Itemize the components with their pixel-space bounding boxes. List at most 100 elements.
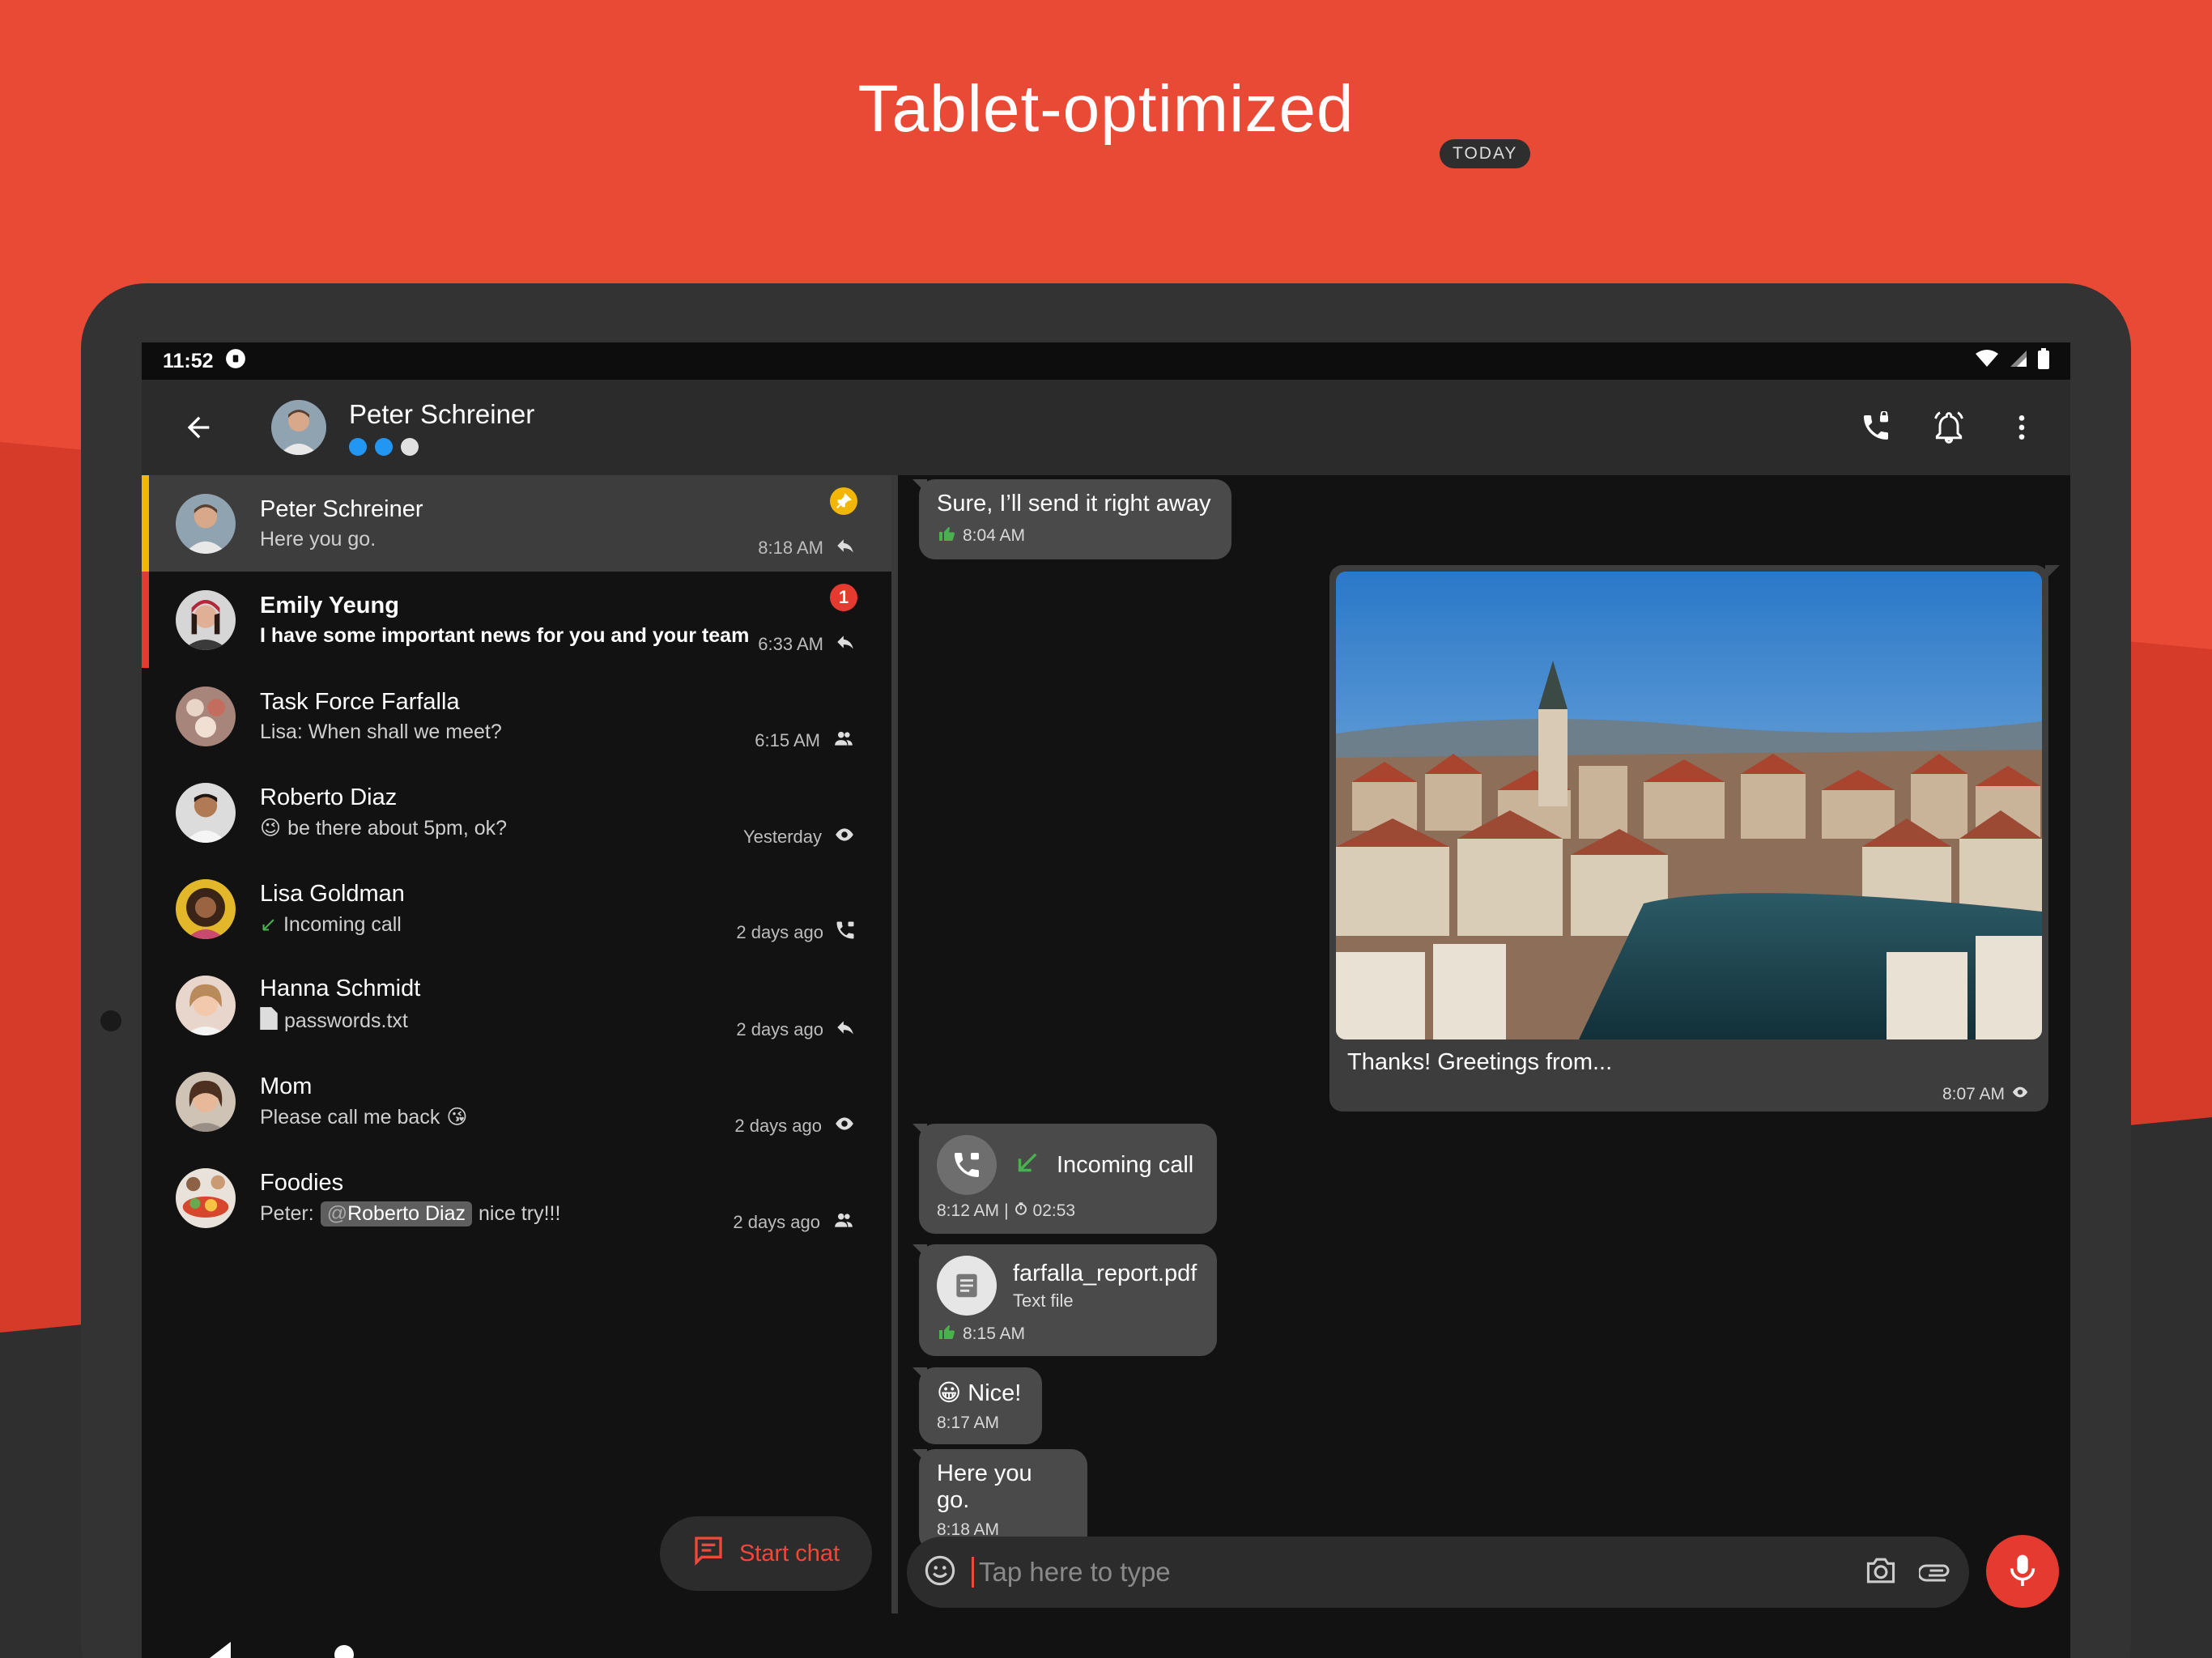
message-time: 8:15 AM [963, 1324, 1026, 1343]
avatar [176, 1071, 236, 1132]
conversation-time: 6:33 AM [758, 634, 823, 654]
thumbs-up-icon [937, 1322, 958, 1346]
conversation-time: 2 days ago [734, 1116, 822, 1136]
voice-call-icon[interactable] [1852, 403, 1900, 452]
avatar [176, 686, 236, 746]
verification-level [349, 438, 534, 456]
file-message[interactable]: farfalla_report.pdf Text file 8:15 AM [912, 1244, 1217, 1356]
nav-back-icon[interactable] [206, 1642, 255, 1658]
reply-icon [833, 1017, 857, 1043]
conversation-item[interactable]: Hanna Schmidt passwords.txt 2 days ago [142, 957, 895, 1053]
conversation-item[interactable]: Mom Please call me back 😘 2 days ago [142, 1053, 895, 1150]
emoji-wink: 😉 [260, 817, 282, 840]
attachment-icon[interactable] [1917, 1558, 1953, 1587]
document-icon [937, 1256, 997, 1316]
mention-name: Roberto Diaz [347, 1201, 466, 1225]
city-photo[interactable] [1336, 572, 2042, 1039]
avatar [176, 782, 236, 843]
conversation-snippet: Here you go. [260, 527, 376, 551]
pane-divider[interactable] [891, 475, 898, 1613]
chat-bubble-icon [692, 1534, 725, 1573]
reply-icon [833, 535, 857, 561]
conversation-time: 2 days ago [736, 1019, 823, 1039]
message-input[interactable] [972, 1557, 1864, 1588]
conversation-item[interactable]: Peter Schreiner Here you go. 8:18 AM [142, 475, 895, 572]
conversation-snippet: passwords.txt [284, 1009, 408, 1032]
conversation-sender: Peter: [260, 1201, 314, 1225]
avatar [176, 493, 236, 554]
call-duration: 02:53 [1032, 1201, 1076, 1220]
group-icon [830, 728, 857, 754]
call-label: Incoming call [1057, 1151, 1194, 1178]
conversation-item[interactable]: Lisa Goldman ↙ Incoming call 2 days ago [142, 861, 895, 957]
eye-icon [2010, 1083, 2031, 1106]
status-bar: 11:52 [142, 342, 2070, 380]
message-text: Here you go. [937, 1460, 1032, 1513]
eye-icon [832, 1113, 857, 1139]
meta-separator: | [1004, 1201, 1009, 1220]
eye-icon [832, 824, 857, 850]
conversation-item[interactable]: Emily Yeung I have some important news f… [142, 572, 895, 668]
message-time: 8:04 AM [963, 526, 1026, 545]
record-voice-button[interactable] [1986, 1535, 2059, 1608]
more-vert-icon[interactable] [1997, 403, 2046, 452]
thumbs-up-icon [937, 524, 958, 548]
back-arrow-icon[interactable] [166, 395, 231, 460]
group-icon [830, 1209, 857, 1235]
pinned-stripe [142, 475, 149, 572]
phone-icon [833, 919, 857, 946]
timer-icon [1014, 1201, 1028, 1221]
emoji-grin: 😀 [937, 1380, 962, 1406]
avatar [176, 975, 236, 1035]
conversation-item[interactable]: Foodies Peter: @Roberto Diaz nice try!!! 2… [142, 1150, 895, 1246]
camera-icon[interactable] [1864, 1555, 1898, 1590]
wifi-icon [1975, 349, 1999, 374]
conversation-item[interactable]: Roberto Diaz 😉 be there about 5pm, ok? Ye… [142, 764, 895, 861]
threema-status-icon [225, 348, 246, 375]
image-message[interactable]: Thanks! Greetings from... 8:07 AM [1329, 565, 2060, 1112]
incoming-arrow-icon [1013, 1150, 1040, 1181]
conversation-snippet: Lisa: When shall we meet? [260, 720, 502, 743]
unread-count-badge: 1 [830, 584, 857, 611]
verification-dot [375, 438, 393, 456]
pin-badge-icon [830, 487, 857, 515]
start-chat-button[interactable]: Start chat [660, 1516, 872, 1591]
nav-home-icon[interactable] [332, 1642, 356, 1658]
notification-bell-icon[interactable] [1925, 403, 1973, 452]
contact-name[interactable]: Peter Schreiner [349, 399, 534, 430]
conversation-time: 2 days ago [733, 1212, 820, 1232]
conversation-snippet: be there about 5pm, ok? [287, 816, 508, 840]
conversation-item[interactable]: Task Force Farfalla Lisa: When shall we … [142, 668, 895, 764]
avatar [176, 589, 236, 650]
conversation-time: 2 days ago [736, 922, 823, 942]
incoming-call-arrow-icon: ↙ [260, 913, 277, 936]
conversation-snippet: Please call me back [260, 1105, 440, 1129]
avatar [176, 878, 236, 939]
emoji-icon[interactable] [923, 1554, 957, 1592]
mention-at-sign: @ [326, 1201, 348, 1225]
battery-icon [2038, 347, 2049, 375]
message-bubble[interactable]: Sure, I’ll send it right away 8:04 AM [912, 479, 1231, 559]
signal-icon [2009, 349, 2028, 374]
file-name: farfalla_report.pdf [1013, 1260, 1197, 1286]
file-type: Text file [1013, 1290, 1074, 1311]
camera-dot [100, 1010, 121, 1031]
verification-dot [401, 438, 419, 456]
conversation-snippet: I have some important news for you and y… [260, 623, 750, 647]
avatar [176, 1167, 236, 1228]
message-text: Nice! [968, 1380, 1022, 1406]
message-composer [907, 1537, 1969, 1608]
status-time: 11:52 [163, 349, 214, 372]
message-text: Sure, I’ll send it right away [937, 491, 1211, 517]
reply-icon [833, 631, 857, 657]
message-bubble[interactable]: 😀 Nice! 8:17 AM [912, 1367, 1042, 1444]
call-message[interactable]: Incoming call 8:12 AM | 02:53 [912, 1124, 1217, 1234]
start-chat-label: Start chat [738, 1540, 840, 1567]
promo-headline: Tablet-optimized [857, 72, 1355, 146]
message-time: 8:12 AM [937, 1201, 1000, 1220]
date-chip: TODAY [1440, 139, 1531, 168]
microphone-icon [2006, 1552, 2039, 1592]
mention-chip[interactable]: @Roberto Diaz [320, 1201, 472, 1226]
contact-avatar[interactable] [271, 400, 326, 455]
message-time: 8:17 AM [937, 1414, 1000, 1432]
